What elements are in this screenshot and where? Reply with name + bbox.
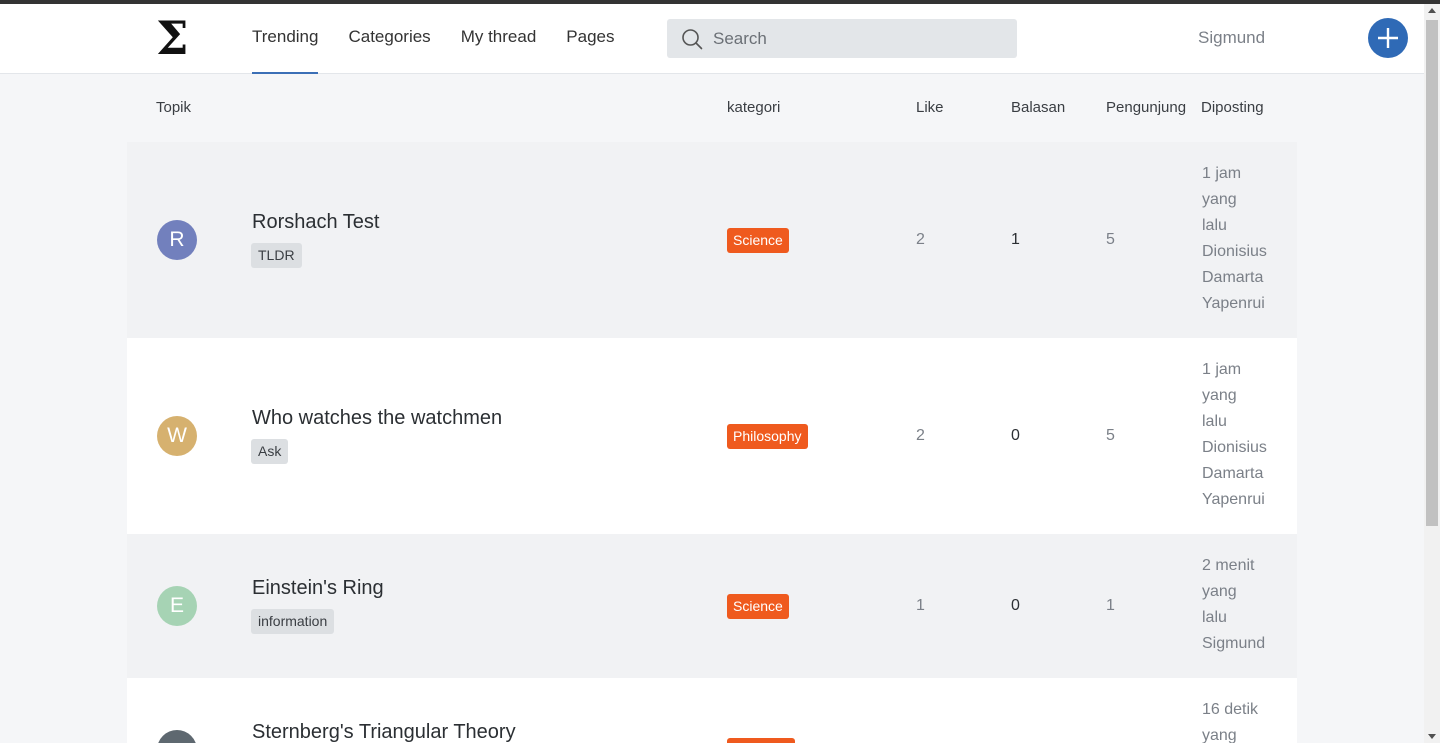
scrollbar-thumb[interactable] [1426,20,1438,526]
posted-author[interactable]: Yapenrui [1202,487,1292,513]
posted-info: 1 jam yang lalu Dionisius Damarta Yapenr… [1202,161,1292,317]
search-input[interactable] [713,19,1003,58]
table-row[interactable]: R Rorshach Test TLDR Science 2 1 5 1 jam… [127,142,1297,338]
main-nav: Trending Categories My thread Pages [252,4,644,74]
reply-count: 1 [1011,231,1020,248]
scroll-down-arrow-icon[interactable] [1428,734,1436,739]
add-thread-button[interactable] [1368,18,1408,58]
posted-line: yang [1202,191,1237,208]
posted-info: 16 detik yang [1202,697,1292,743]
avatar[interactable]: E [157,586,197,626]
visitor-count: 5 [1106,231,1115,248]
posted-author[interactable]: Dionisius [1202,239,1292,265]
posted-line: yang [1202,727,1237,743]
visitor-count: 1 [1106,597,1115,614]
reply-count: 0 [1011,427,1020,444]
nav-categories[interactable]: Categories [348,4,430,74]
avatar[interactable]: R [157,220,197,260]
column-replies[interactable]: Balasan [1011,99,1065,116]
posted-line: lalu [1202,217,1227,234]
posted-line: lalu [1202,413,1227,430]
thread-title[interactable]: Sternberg's Triangular Theory [252,721,516,743]
posted-line: 1 jam [1202,165,1242,182]
avatar[interactable]: W [157,416,197,456]
like-count: 1 [916,597,925,614]
thread-tag[interactable]: TLDR [251,243,302,268]
posted-info: 1 jam yang lalu Dionisius Damarta Yapenr… [1202,357,1292,513]
reply-count: 0 [1011,597,1020,614]
column-category[interactable]: kategori [727,99,780,116]
sigma-logo[interactable]: Σ [156,15,194,61]
like-count: 2 [916,427,925,444]
posted-author[interactable]: Yapenrui [1202,291,1292,317]
table-row[interactable]: E Einstein's Ring information Science 1 … [127,534,1297,678]
thread-title[interactable]: Einstein's Ring [252,577,384,600]
thread-tag[interactable]: Ask [251,439,289,464]
top-navbar: Σ Trending Categories My thread Pages Si… [0,4,1424,74]
thread-title[interactable]: Who watches the watchmen [252,407,502,430]
plus-icon [1378,28,1398,48]
table-row[interactable]: W Who watches the watchmen Ask Philosoph… [127,338,1297,534]
column-posted[interactable]: Diposting [1201,99,1264,116]
posted-author[interactable]: Sigmund [1202,631,1292,657]
like-count: 2 [916,231,925,248]
avatar[interactable] [157,730,197,743]
posted-line: 16 detik [1202,701,1259,718]
column-visitors[interactable]: Pengunjung [1106,99,1186,116]
scroll-up-arrow-icon[interactable] [1428,8,1436,13]
posted-info: 2 menit yang lalu Sigmund [1202,553,1292,657]
posted-author[interactable]: Damarta [1202,461,1292,487]
nav-pages[interactable]: Pages [566,4,614,74]
posted-author[interactable]: Dionisius [1202,435,1292,461]
category-badge[interactable]: Science [727,594,789,619]
posted-line: yang [1202,583,1237,600]
posted-author[interactable]: Damarta [1202,265,1292,291]
visitor-count: 5 [1106,427,1115,444]
username-link[interactable]: Sigmund [1198,28,1265,48]
search-box[interactable] [667,19,1017,58]
column-topic[interactable]: Topik [156,99,191,116]
table-row[interactable]: Sternberg's Triangular Theory 16 detik y… [127,678,1297,743]
posted-line: 2 menit [1202,557,1255,574]
category-badge[interactable]: Philosophy [727,424,808,449]
column-like[interactable]: Like [916,99,944,116]
nav-my-thread[interactable]: My thread [461,4,537,74]
category-badge[interactable] [727,738,795,743]
table-header: Topik kategori Like Balasan Pengunjung D… [127,74,1297,142]
posted-line: 1 jam [1202,361,1242,378]
posted-line: lalu [1202,609,1227,626]
vertical-scrollbar[interactable] [1424,4,1440,743]
search-icon [682,29,703,50]
posted-line: yang [1202,387,1237,404]
thread-tag[interactable]: information [251,609,335,634]
nav-trending[interactable]: Trending [252,4,319,74]
category-badge[interactable]: Science [727,228,789,253]
thread-title[interactable]: Rorshach Test [252,211,379,234]
